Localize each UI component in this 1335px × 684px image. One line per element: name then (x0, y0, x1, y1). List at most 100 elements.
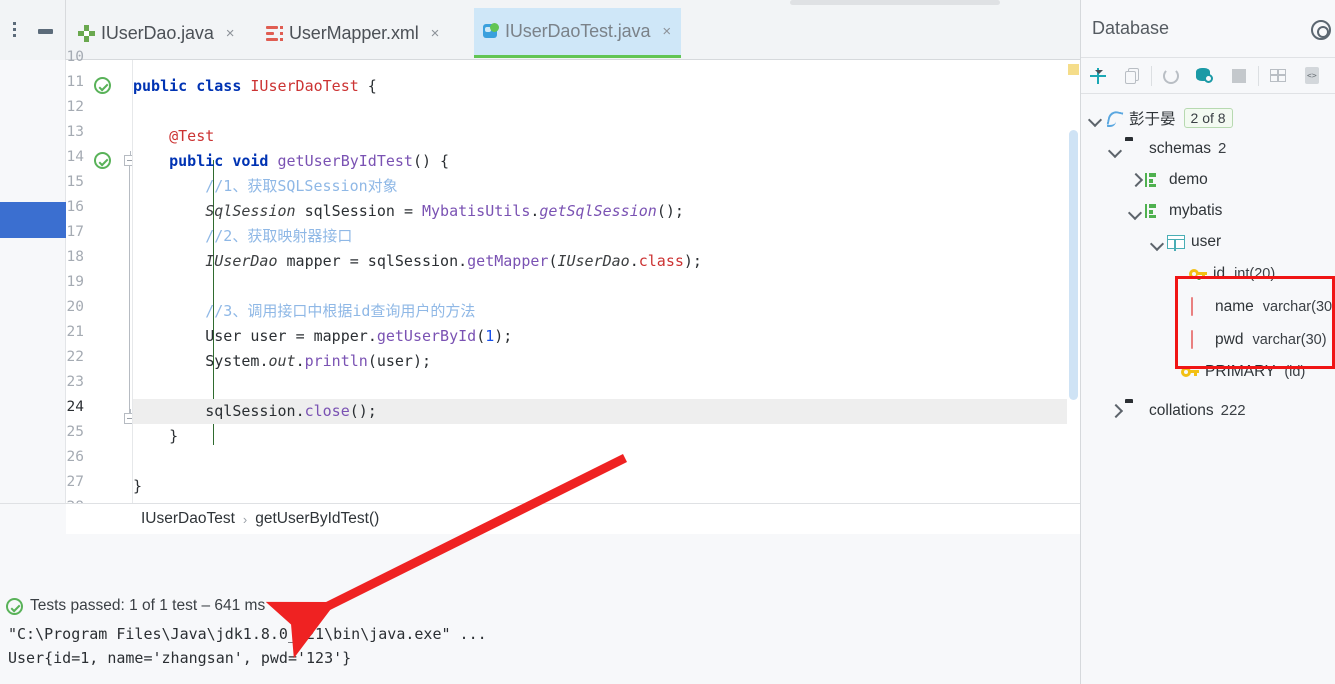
table-icon (1270, 69, 1286, 82)
line-number: 14 (66, 149, 84, 165)
line-number: 16 (66, 199, 84, 215)
run-test-gutter-icon[interactable] (94, 152, 111, 169)
minimize-icon[interactable] (38, 29, 53, 34)
chevron-right-icon[interactable] (1107, 403, 1123, 419)
column-type: int(20) (1234, 265, 1276, 282)
editor-scrollbar-thumb[interactable] (1069, 130, 1078, 400)
schema-icon (1145, 172, 1163, 187)
line-number: 27 (66, 474, 84, 490)
chevron-down-icon[interactable] (1087, 110, 1103, 126)
sql-file-button[interactable] (1295, 58, 1329, 94)
chevron-right-icon[interactable] (1127, 172, 1143, 188)
console-command-line: "C:\Program Files\Java\jdk1.8.0_221\bin\… (8, 625, 487, 643)
chevron-right-icon: › (242, 511, 248, 527)
tree-node-label: PRIMARY (1205, 362, 1276, 380)
line-number: 10 (66, 49, 84, 65)
key-icon (1181, 365, 1199, 379)
warning-marker[interactable] (1068, 64, 1079, 75)
tree-node-schemas[interactable]: schemas 2 (1081, 133, 1335, 164)
line-number: 20 (66, 299, 84, 315)
db-search-button[interactable] (1188, 58, 1222, 94)
tree-node-label: user (1191, 232, 1222, 250)
stop-button[interactable] (1222, 58, 1256, 94)
tab-close-icon[interactable]: × (431, 26, 440, 41)
code-body: 10 11 12 13 14 15 16 17 18 19 20 21 22 2… (0, 49, 1080, 515)
column-type: varchar(30) (1252, 331, 1327, 348)
line-number: 12 (66, 99, 84, 115)
tab-usermapper-xml[interactable]: UserMapper.xml × (258, 8, 449, 58)
console-line: "C:\Program Files\Java\jdk1.8.0_221\bin\… (8, 622, 1080, 646)
java-test-class-icon (482, 23, 499, 40)
tree-node-label: mybatis (1169, 201, 1223, 219)
tab-close-icon[interactable]: × (226, 26, 235, 41)
tree-node-label: collations (1149, 401, 1214, 419)
code-line-11: public class IUserDaoTest { (133, 77, 377, 95)
editor-pane: IUserDao.java × UserMapper.xml × IUserDa… (0, 0, 1080, 534)
database-panel-header: Database (1081, 0, 1335, 58)
comment-text: //3、调用接口中根据id查询用户的方法 (205, 302, 476, 320)
tree-node-label: id (1213, 264, 1226, 282)
code-line-27: } (133, 477, 143, 495)
column-icon (1191, 329, 1209, 349)
schema-count-badge[interactable]: 2 of 8 (1183, 107, 1233, 128)
breadcrumb-class[interactable]: IUserDaoTest (141, 510, 235, 528)
tree-node-connection[interactable]: 彭于晏 2 of 8 (1081, 102, 1335, 133)
horizontal-scrollbar-stub[interactable] (790, 0, 1000, 5)
tab-label: UserMapper.xml (289, 22, 419, 43)
tree-node-primary-key[interactable]: PRIMARY (id) (1081, 356, 1335, 387)
ide-window: IUserDao.java × UserMapper.xml × IUserDa… (0, 0, 1335, 684)
line-number: 23 (66, 374, 84, 390)
code-line-13: @Test (169, 127, 215, 145)
tree-node-user-table[interactable]: user (1081, 226, 1335, 257)
chevron-down-icon[interactable] (1127, 203, 1143, 219)
code-line-21: User user = mapper.getUserById(1); (205, 327, 513, 345)
chevron-down-icon (1095, 69, 1103, 74)
line-number: 26 (66, 449, 84, 465)
fold-region-line (129, 166, 130, 413)
tree-node-demo[interactable]: demo (1081, 164, 1335, 195)
add-datasource-button[interactable] (1081, 58, 1115, 94)
tree-node-label: 彭于晏 (1129, 110, 1176, 128)
code-line-15: //1、获取SQLSession对象 (133, 174, 1067, 199)
breadcrumb-method[interactable]: getUserByIdTest() (255, 510, 379, 528)
line-number: 19 (66, 274, 84, 290)
line-number: 15 (66, 174, 84, 190)
duplicate-button[interactable] (1115, 58, 1149, 94)
tree-node-column-pwd[interactable]: pwd varchar(30) (1081, 323, 1335, 356)
code-text-area[interactable]: public class IUserDaoTest { @Test public… (132, 60, 1067, 503)
breadcrumb: IUserDaoTest › getUserByIdTest() (66, 503, 1080, 534)
tree-node-collations[interactable]: collations 222 (1081, 395, 1335, 426)
run-test-gutter-icon[interactable] (94, 77, 111, 94)
line-number: 25 (66, 424, 84, 440)
tab-label: IUserDao.java (101, 22, 214, 43)
line-number-current: 24 (66, 399, 84, 415)
tree-node-mybatis[interactable]: mybatis (1081, 195, 1335, 226)
copy-icon (1124, 67, 1140, 84)
tree-node-column-name[interactable]: name varchar(30) (1081, 290, 1335, 323)
key-columns: (id) (1284, 363, 1306, 380)
console-output[interactable]: "C:\Program Files\Java\jdk1.8.0_221\bin\… (0, 622, 1080, 684)
line-number: 21 (66, 324, 84, 340)
database-panel-title: Database (1092, 18, 1170, 38)
folder-icon (1125, 402, 1143, 420)
refresh-button[interactable] (1154, 58, 1188, 94)
code-line-22: System.out.println(user); (205, 352, 432, 370)
more-vertical-icon[interactable] (13, 22, 17, 40)
chevron-down-icon[interactable] (1149, 234, 1165, 250)
editor-gutter[interactable]: 10 11 12 13 14 15 16 17 18 19 20 21 22 2… (66, 49, 135, 515)
tree-node-column-id[interactable]: id int(20) (1081, 257, 1335, 290)
tab-iuserdaotest-java[interactable]: IUserDaoTest.java × (474, 8, 682, 58)
refresh-icon (1163, 67, 1179, 84)
java-interface-icon (78, 24, 95, 42)
tree-node-label: demo (1169, 170, 1208, 188)
toolbar-divider (1258, 65, 1259, 86)
tab-close-icon[interactable]: × (662, 24, 671, 39)
chevron-down-icon[interactable] (1107, 141, 1123, 157)
tab-iuserdao-java[interactable]: IUserDao.java × (70, 8, 245, 58)
tree-node-label: pwd (1215, 330, 1244, 348)
line-number: 22 (66, 349, 84, 365)
child-count: 2 (1218, 140, 1227, 157)
target-icon[interactable] (1311, 20, 1331, 40)
database-toolbar (1081, 58, 1335, 94)
table-view-button[interactable] (1261, 58, 1295, 94)
